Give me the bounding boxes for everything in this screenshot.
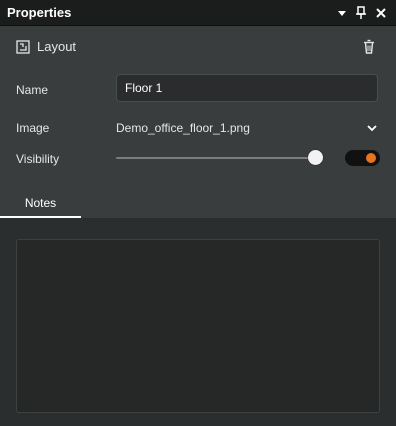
tab-notes[interactable]: Notes (0, 192, 81, 218)
chevron-down-icon[interactable] (366, 121, 378, 133)
trash-icon[interactable] (362, 39, 376, 55)
slider-thumb[interactable] (308, 150, 323, 165)
visibility-toggle[interactable] (345, 150, 380, 166)
section-title: Layout (37, 39, 77, 54)
tab-bar: Notes (0, 192, 396, 218)
image-label: Image (16, 121, 50, 135)
panel-title: Properties (7, 5, 72, 20)
menu-dropdown-icon[interactable] (335, 5, 349, 21)
panel-titlebar: Properties (0, 0, 396, 26)
layout-icon (16, 40, 30, 54)
notes-textarea[interactable] (16, 239, 380, 413)
visibility-slider[interactable] (116, 150, 330, 166)
name-label: Name (16, 83, 49, 97)
layout-properties-panel: Layout Name Floor 1 Image Demo_office_fl… (0, 26, 396, 218)
slider-track (116, 157, 322, 159)
toggle-knob (366, 153, 376, 163)
name-input[interactable]: Floor 1 (116, 74, 378, 102)
pin-icon[interactable] (354, 5, 368, 21)
close-icon[interactable] (374, 5, 388, 21)
image-select-value[interactable]: Demo_office_floor_1.png (116, 121, 250, 135)
visibility-label: Visibility (16, 152, 60, 166)
